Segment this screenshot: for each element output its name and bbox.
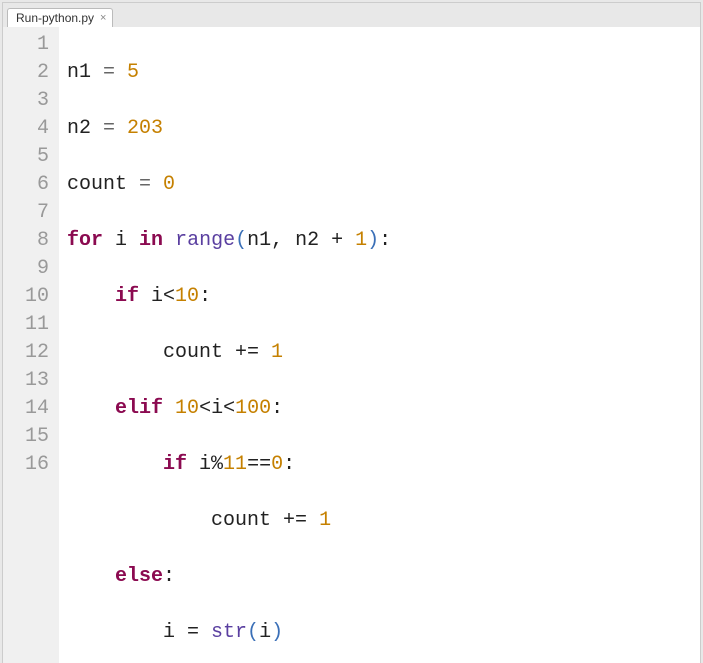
line-number: 3 — [9, 87, 49, 115]
line-number: 5 — [9, 143, 49, 171]
code-area[interactable]: 1 2 3 4 5 6 7 8 9 10 11 12 13 14 15 16 n… — [3, 27, 700, 663]
line-number: 15 — [9, 423, 49, 451]
line-number-gutter: 1 2 3 4 5 6 7 8 9 10 11 12 13 14 15 16 — [3, 27, 59, 663]
code-text[interactable]: n1 = 5 n2 = 203 count = 0 for i in range… — [59, 27, 495, 663]
line-number: 12 — [9, 339, 49, 367]
line-number: 14 — [9, 395, 49, 423]
line-number: 11 — [9, 311, 49, 339]
line-number: 4 — [9, 115, 49, 143]
line-number: 8 — [9, 227, 49, 255]
line-number: 16 — [9, 451, 49, 479]
line-number: 10 — [9, 283, 49, 311]
editor-tab-bar: Run-python.py × — [3, 3, 700, 27]
editor-tab[interactable]: Run-python.py × — [7, 8, 113, 27]
line-number: 9 — [9, 255, 49, 283]
line-number: 1 — [9, 31, 49, 59]
editor-tab-label: Run-python.py — [16, 11, 94, 25]
line-number: 6 — [9, 171, 49, 199]
line-number: 2 — [9, 59, 49, 87]
editor-pane: Run-python.py × 1 2 3 4 5 6 7 8 9 10 11 … — [2, 2, 701, 663]
line-number: 13 — [9, 367, 49, 395]
line-number: 7 — [9, 199, 49, 227]
close-icon[interactable]: × — [100, 12, 106, 24]
